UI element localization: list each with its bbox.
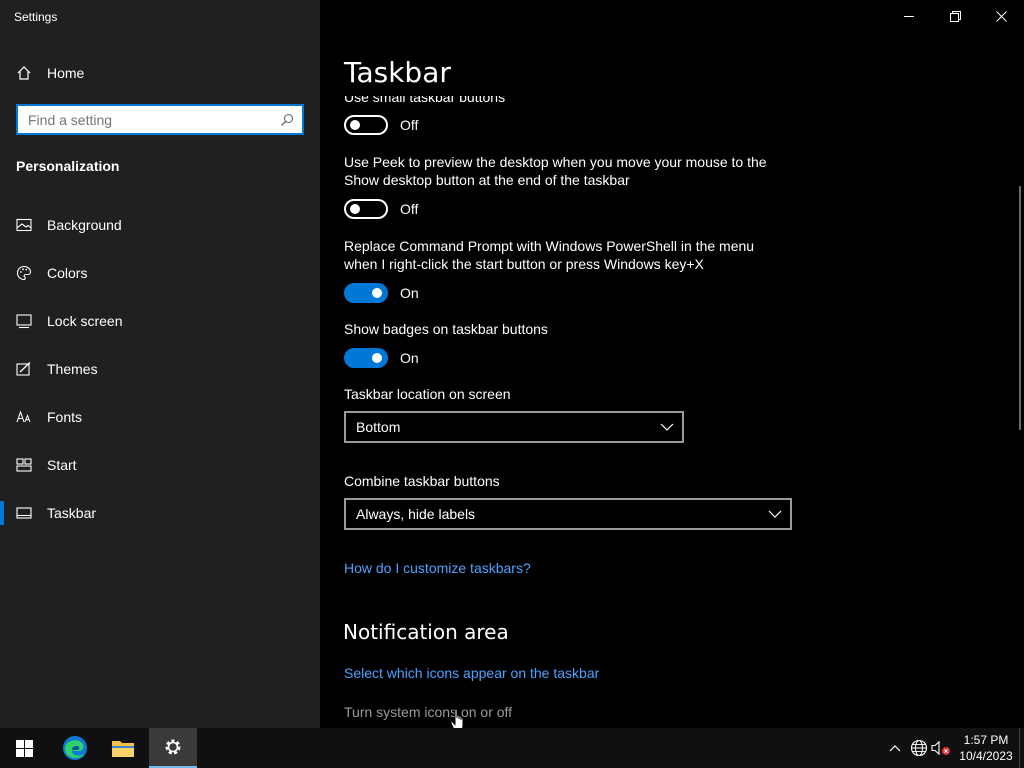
sidebar-item-label: Colors [47,265,88,281]
folder-icon [112,741,134,757]
sidebar-item-lock-screen[interactable]: Lock screen [0,301,320,341]
setting-label: Use Peek to preview the desktop when you… [344,154,767,188]
notification-area-heading: Notification area [343,620,509,644]
settings-taskbar-button[interactable] [149,728,197,768]
close-icon [995,10,1007,22]
powershell-toggle[interactable] [344,283,388,303]
image-icon [16,218,32,232]
minimize-button[interactable] [886,0,932,32]
setting-label: Show badges on taskbar buttons [344,321,548,337]
sidebar-item-start[interactable]: Start [0,445,320,485]
section-title: Personalization [16,158,120,174]
page-title: Taskbar [344,56,451,89]
home-link[interactable]: Home [16,62,84,84]
speaker-muted-icon [931,740,950,756]
lock-screen-icon [16,314,32,329]
edge-browser-icon [63,736,87,760]
sidebar-item-label: Start [47,457,77,473]
edge-taskbar-button[interactable] [51,728,99,768]
location-label: Taskbar location on screen [344,386,511,402]
search-box[interactable] [16,104,304,135]
dropdown-value: Always, hide labels [356,506,476,522]
volume-button[interactable] [930,728,952,768]
small-buttons-toggle[interactable] [344,115,388,135]
combine-label: Combine taskbar buttons [344,473,500,489]
powershell-toggle-row[interactable]: On [344,282,419,304]
badges-toggle-row[interactable]: On [344,347,419,369]
sidebar-item-label: Fonts [47,409,83,425]
sidebar-item-label: Taskbar [47,505,97,521]
select-icons-link[interactable]: Select which icons appear on the taskbar [344,665,599,681]
sidebar-item-colors[interactable]: Colors [0,253,320,293]
small-buttons-toggle-row[interactable]: Off [344,114,418,136]
minimize-icon [904,16,914,17]
start-button[interactable] [0,728,48,768]
palette-icon [16,265,32,281]
show-hidden-icons-button[interactable] [884,728,906,768]
home-icon [17,66,31,80]
clock[interactable]: 1:57 PM 10/4/2023 [952,732,1020,764]
customize-taskbars-link[interactable]: How do I customize taskbars? [344,560,531,576]
sidebar-item-fonts[interactable]: Fonts [0,397,320,437]
clock-date: 10/4/2023 [959,749,1013,763]
file-explorer-taskbar-button[interactable] [99,728,147,768]
search-input[interactable] [18,106,268,133]
restore-button[interactable] [932,0,978,32]
dropdown-value: Bottom [356,419,401,435]
sidebar: Settings Home Personalization Background… [0,0,320,728]
start-icon [16,458,32,472]
chevron-down-icon [768,510,782,518]
sidebar-item-label: Themes [47,361,98,377]
badges-toggle[interactable] [344,348,388,368]
themes-icon [16,362,31,376]
network-button[interactable] [908,728,930,768]
sidebar-item-taskbar[interactable]: Taskbar [0,493,320,533]
chevron-down-icon [660,423,674,431]
scrollbar-thumb[interactable] [1019,186,1021,430]
toggle-state: Off [400,117,419,133]
system-icons-link[interactable]: Turn system icons on or off [344,704,512,720]
setting-label: Replace Command Prompt with Windows Powe… [344,238,755,272]
sidebar-item-label: Lock screen [47,313,123,329]
gear-icon [165,739,181,755]
combine-buttons-dropdown[interactable]: Always, hide labels [344,498,792,530]
clock-time: 1:57 PM [963,733,1009,747]
app-title: Settings [14,10,58,24]
close-button[interactable] [978,0,1024,32]
sidebar-item-label: Background [47,217,122,233]
toggle-state: On [400,350,419,366]
home-label: Home [47,65,85,81]
taskbar-location-dropdown[interactable]: Bottom [344,411,684,443]
toggle-state: On [400,285,419,301]
show-desktop-button[interactable] [1019,728,1024,768]
taskbar-icon [16,507,32,519]
settings-scroll-area[interactable]: Use small taskbar buttons Off Use Peek t… [320,96,1020,728]
peek-toggle-row[interactable]: Off [344,198,418,220]
setting-label: Use small taskbar buttons [344,96,506,105]
search-icon [281,113,294,126]
restore-icon [949,10,961,22]
windows-logo-icon [15,739,33,757]
sidebar-item-themes[interactable]: Themes [0,349,320,389]
toggle-state: Off [400,201,419,217]
globe-icon [910,739,928,757]
taskbar: 1:57 PM 10/4/2023 [0,728,1024,768]
peek-toggle[interactable] [344,199,388,219]
sidebar-item-background[interactable]: Background [0,205,320,245]
chevron-up-icon [889,745,901,752]
fonts-icon [16,410,31,423]
